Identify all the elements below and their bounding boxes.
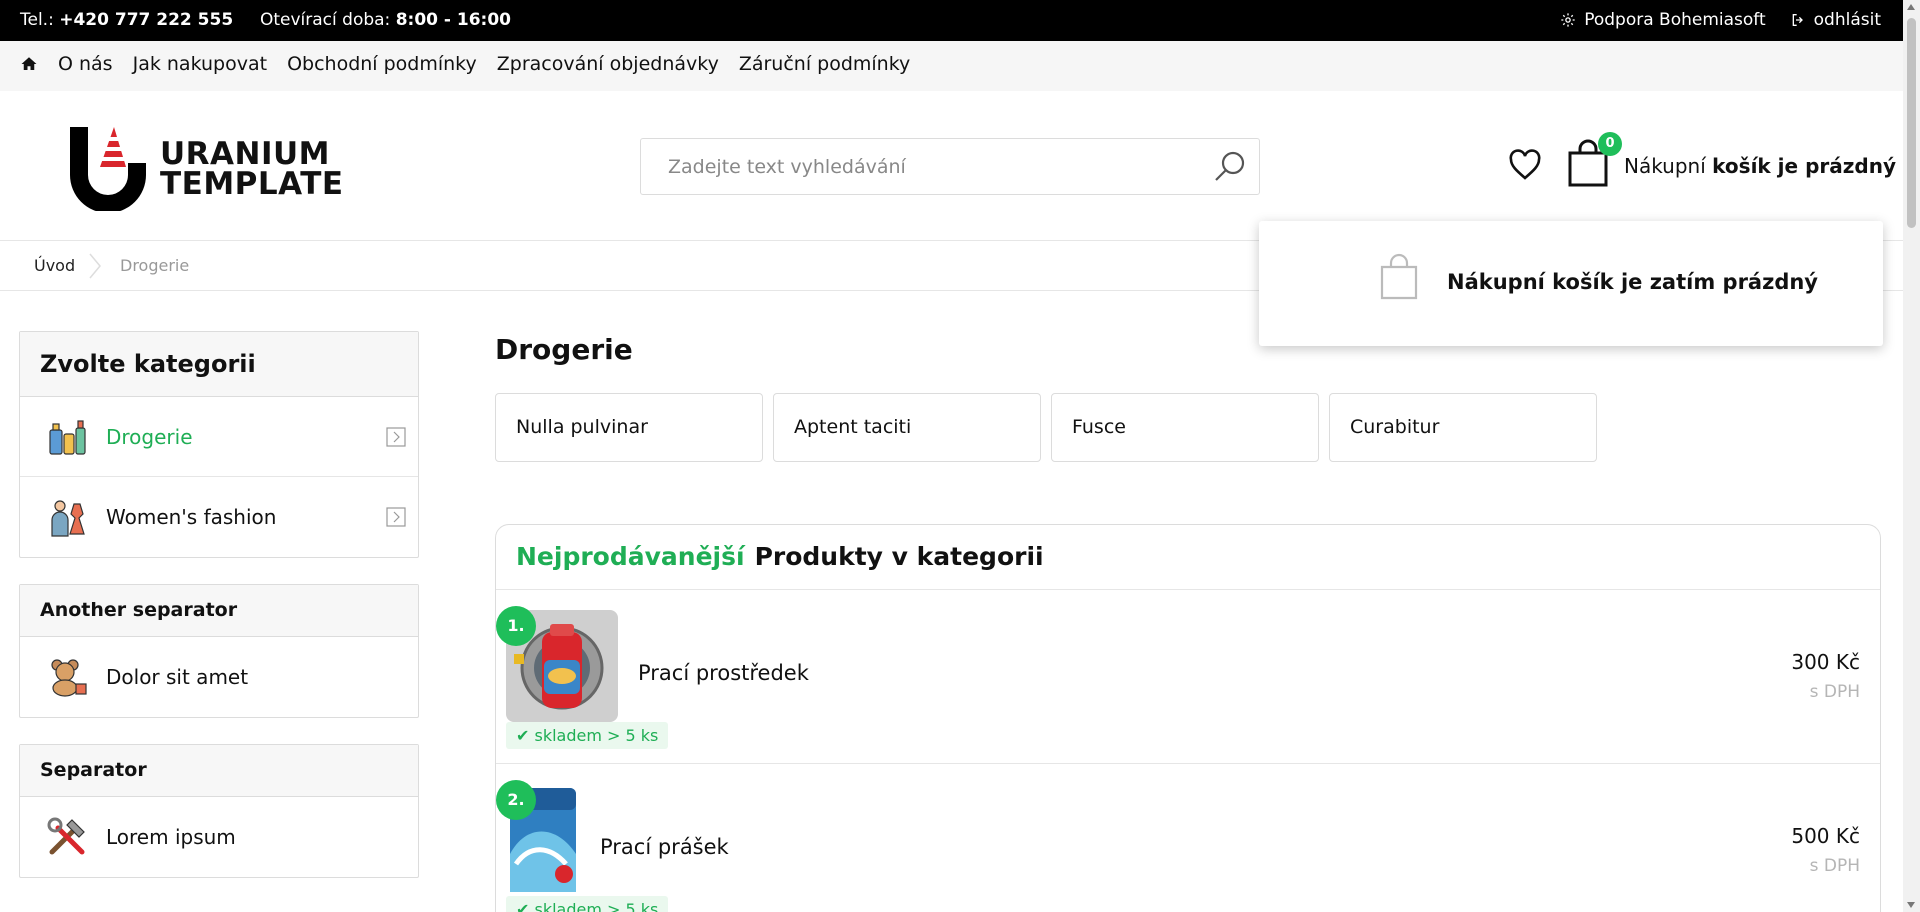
page-title: Drogerie <box>495 333 633 366</box>
rank-badge: 2. <box>496 780 536 820</box>
sidebar-item-womens-fashion[interactable]: Women's fashion <box>20 477 418 557</box>
category-box-main: Zvolte kategorii Drogerie Women's fashio… <box>19 331 419 558</box>
site-header: URANIUM TEMPLATE 0 Nákupní košík je práz… <box>0 91 1903 241</box>
main-navigation: O nás Jak nakupovat Obchodní podmínky Zp… <box>0 41 1903 91</box>
top-info-bar: Tel.: +420 777 222 555 Otevírací doba: 8… <box>0 0 1903 41</box>
subcategory-nulla-pulvinar[interactable]: Nulla pulvinar <box>495 393 763 462</box>
separator-title: Another separator <box>20 585 418 637</box>
home-icon[interactable] <box>20 55 38 73</box>
sidebar-item-label: Drogerie <box>106 424 193 449</box>
product-vat-note: s DPH <box>1809 682 1860 702</box>
sidebar-item-dolor-sit-amet[interactable]: Dolor sit amet <box>20 637 418 717</box>
logo-wordmark: URANIUM TEMPLATE <box>160 136 344 202</box>
logo-line-2: TEMPLATE <box>160 166 344 202</box>
nav-item-order-processing[interactable]: Zpracování objednávky <box>497 53 719 75</box>
page-scrollbar[interactable] <box>1903 0 1920 912</box>
cart-empty-message: Nákupní košík je zatím prázdný <box>1447 270 1818 294</box>
breadcrumb-home[interactable]: Úvod <box>34 256 75 275</box>
subcategory-curabitur[interactable]: Curabitur <box>1329 393 1597 462</box>
uranium-logo-icon <box>70 127 146 211</box>
logout-link[interactable]: odhlásit <box>1790 10 1881 30</box>
product-price: 500 Kč <box>1791 824 1860 848</box>
cart-bag: 0 <box>1566 132 1622 189</box>
product-vat-note: s DPH <box>1809 856 1860 876</box>
product-name[interactable]: Prací prostředek <box>638 661 809 685</box>
cart-status: Nákupní košík je prázdný <box>1624 154 1896 178</box>
support-label: Podpora Bohemiasoft <box>1584 10 1766 30</box>
sidebar-item-label: Dolor sit amet <box>106 665 249 689</box>
category-box-separator: Separator Lorem ipsum <box>19 744 419 878</box>
cart-button[interactable]: 0 Nákupní košík je prázdný <box>1566 132 1896 189</box>
teddy-bear-icon <box>51 659 87 697</box>
stock-status: ✔ skladem > 5 ks <box>506 722 669 749</box>
rank-badge: 1. <box>496 606 536 646</box>
logout-label: odhlásit <box>1813 10 1881 30</box>
search-icon[interactable] <box>1213 150 1247 184</box>
check-icon: ✔ <box>516 900 530 912</box>
scroll-down-arrow-icon[interactable] <box>1907 902 1915 908</box>
tools-icon <box>47 817 85 855</box>
nav-item-about[interactable]: O nás <box>58 53 113 75</box>
sidebar-item-lorem-ipsum[interactable]: Lorem ipsum <box>20 797 418 877</box>
subcategory-fusce[interactable]: Fusce <box>1051 393 1319 462</box>
stock-status: ✔ skladem > 5 ks <box>506 896 669 912</box>
sidebar-item-label: Lorem ipsum <box>106 825 236 849</box>
breadcrumb-current: Drogerie <box>120 256 190 275</box>
bestsellers-title-rest: Produkty v kategorii <box>754 542 1044 571</box>
sidebar-item-drogerie[interactable]: Drogerie <box>20 397 418 477</box>
phone-label: Tel.: <box>20 10 54 30</box>
subcategory-aptent-taciti[interactable]: Aptent taciti <box>773 393 1041 462</box>
stock-label: skladem > 5 ks <box>534 900 659 912</box>
expand-arrow-icon[interactable] <box>386 507 406 527</box>
product-name[interactable]: Prací prášek <box>600 835 729 859</box>
nav-item-terms[interactable]: Obchodní podmínky <box>287 53 477 75</box>
stock-label: skladem > 5 ks <box>534 726 659 745</box>
empty-bag-icon <box>1380 253 1418 300</box>
bestsellers-title: Nejprodávanější Produkty v kategorii <box>496 525 1880 590</box>
expand-arrow-icon[interactable] <box>386 427 406 447</box>
bestsellers-panel: Nejprodávanější Produkty v kategorii 1. P… <box>495 524 1881 912</box>
product-row[interactable]: 1. Prací prostředek 300 Kč s DPH ✔ sklad… <box>496 590 1880 764</box>
cart-label-bold: košík je prázdný <box>1712 154 1896 178</box>
category-box-another-separator: Another separator Dolor sit amet <box>19 584 419 718</box>
search-box <box>640 138 1260 195</box>
breadcrumb-chevron-icon <box>89 253 101 279</box>
scrollbar-thumb[interactable] <box>1907 18 1916 228</box>
cart-label-prefix: Nákupní <box>1624 154 1706 178</box>
drugstore-icon <box>49 419 86 455</box>
product-price: 300 Kč <box>1791 650 1860 674</box>
bestsellers-title-green: Nejprodávanější <box>516 542 745 571</box>
scroll-up-arrow-icon[interactable] <box>1907 4 1915 10</box>
contact-info: Tel.: +420 777 222 555 Otevírací doba: 8… <box>20 10 511 30</box>
search-input[interactable] <box>641 139 1201 194</box>
separator-title: Separator <box>20 745 418 797</box>
nav-item-warranty[interactable]: Záruční podmínky <box>739 53 910 75</box>
logout-icon <box>1792 14 1803 26</box>
subcategory-list: Nulla pulvinar Aptent taciti Fusce Curab… <box>495 393 1597 462</box>
support-link[interactable]: Podpora Bohemiasoft <box>1560 10 1766 30</box>
wishlist-heart-icon[interactable] <box>1508 149 1542 181</box>
fashion-icon <box>51 500 85 537</box>
check-icon: ✔ <box>516 726 530 745</box>
nav-item-how-to-buy[interactable]: Jak nakupovat <box>133 53 267 75</box>
product-row[interactable]: 2. Prací prášek 500 Kč s DPH ✔ skladem >… <box>496 764 1880 912</box>
site-logo[interactable]: URANIUM TEMPLATE <box>70 127 343 211</box>
phone-number[interactable]: +420 777 222 555 <box>59 10 233 30</box>
sidebar-item-label: Women's fashion <box>106 505 277 529</box>
opening-hours: 8:00 - 16:00 <box>395 10 511 30</box>
cart-count-badge: 0 <box>1598 132 1622 156</box>
gear-icon <box>1561 13 1575 27</box>
logo-line-1: URANIUM <box>160 136 331 172</box>
category-box-title: Zvolte kategorii <box>20 332 418 397</box>
cart-dropdown: Nákupní košík je zatím prázdný <box>1259 221 1883 346</box>
hours-label: Otevírací doba: <box>259 10 391 30</box>
